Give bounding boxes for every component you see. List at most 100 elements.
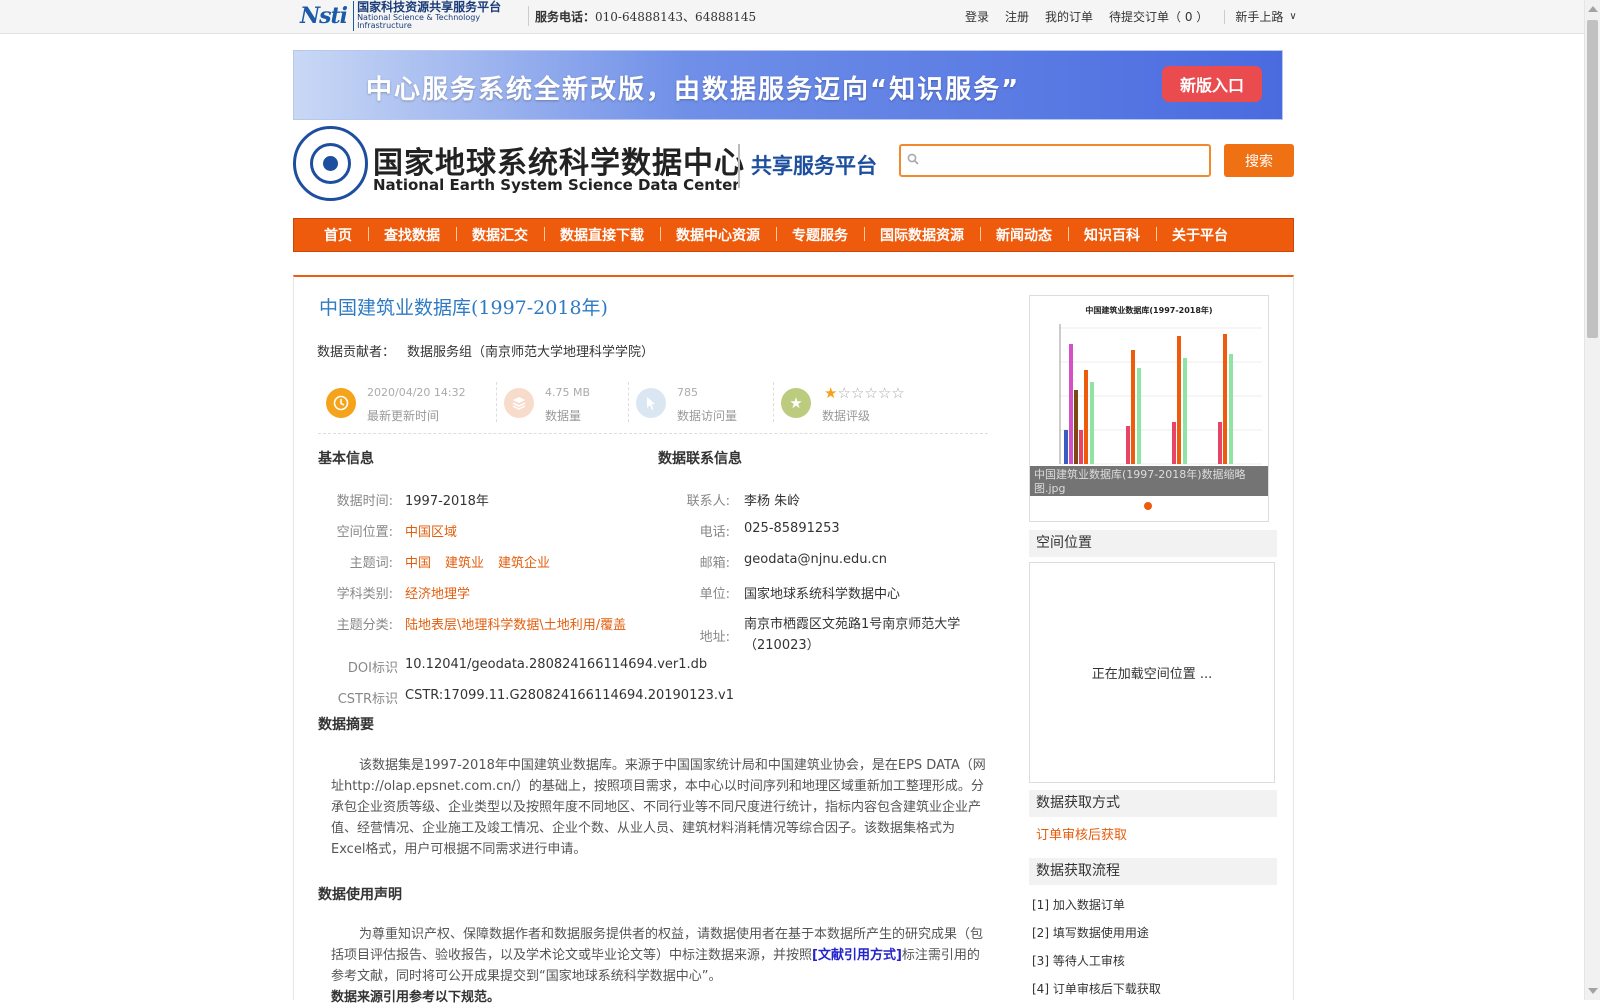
thumbnail-chart-title: 中国建筑业数据库(1997-2018年)	[1085, 305, 1212, 315]
layers-icon	[504, 388, 534, 418]
star-filled-icon: ★	[824, 384, 838, 402]
nsti-logo-en: National Science & Technology Infrastruc…	[357, 12, 481, 31]
contact-email: 邮箱: geodata@njnu.edu.cn	[699, 552, 887, 571]
service-phone: 服务电话：010-64888143、64888145	[535, 10, 757, 24]
cursor-icon	[636, 388, 666, 418]
thumbnail-chart: 中国建筑业数据库(1997-2018年)	[1059, 305, 1262, 465]
divider	[528, 6, 529, 26]
contact-org: 单位: 国家地球系统科学数据中心	[699, 587, 901, 602]
main-nav: 首页 查找数据 数据汇交 数据直接下载 数据中心资源 专题服务 国际数据资源 新…	[293, 218, 1294, 252]
spatial-map[interactable]: 正在加载空间位置 ...	[1029, 562, 1275, 783]
rating-stars: ★☆☆☆☆☆	[824, 384, 905, 402]
clock-icon	[326, 388, 356, 418]
contact-person: 联系人: 李杨 朱岭	[686, 494, 801, 509]
site-brand[interactable]: 国家地球系统科学数据中心 National Earth System Scien…	[293, 126, 893, 202]
keyword-link[interactable]: 中国	[405, 556, 431, 571]
keyword-link[interactable]: 建筑企业	[498, 556, 550, 571]
star-empty-icon: ☆	[891, 384, 905, 402]
nav-item-direct-download[interactable]: 数据直接下载	[544, 225, 660, 245]
info-keywords: 主题词: 中国 建筑业 建筑企业	[349, 556, 551, 571]
search-button[interactable]: 搜索	[1224, 144, 1294, 177]
info-cstr: CSTR标识 CSTR:17099.11.G280824166114694.20…	[337, 688, 734, 707]
search-field[interactable]	[899, 144, 1211, 177]
nav-item-center-resources[interactable]: 数据中心资源	[660, 225, 776, 245]
scroll-up-icon[interactable]	[1588, 6, 1598, 12]
nav-item-submit-data[interactable]: 数据汇交	[456, 225, 544, 245]
info-time: 数据时间: 1997-2018年	[336, 494, 489, 509]
promo-banner[interactable]: 中心服务系统全新改版，由数据服务迈向“知识服务” 新版入口	[293, 50, 1283, 120]
dataset-thumbnail[interactable]: 中国建筑业数据库(1997-2018年) 中国建筑业数据库(1997-2018年…	[1029, 295, 1269, 522]
basic-info-heading: 基本信息	[318, 451, 374, 467]
usage-note: 数据来源引用参考以下规范。	[331, 990, 501, 1005]
flow-step: [3] 等待人工审核	[1032, 954, 1125, 968]
pending-orders-link[interactable]: 待提交订单（ 0 ）	[1109, 8, 1208, 25]
contact-info-heading: 数据联系信息	[658, 451, 742, 467]
stat-updated: 2020/04/20 14:32 最新更新时间	[318, 376, 488, 426]
banner-text: 中心服务系统全新改版，由数据服务迈向“知识服务”	[366, 75, 1021, 105]
star-empty-icon: ☆	[850, 384, 865, 402]
nsti-logo-mark: Nsti	[300, 3, 348, 29]
info-discipline: 学科类别: 经济地理学	[318, 583, 470, 602]
nav-item-international[interactable]: 国际数据资源	[864, 225, 980, 245]
flow-step: [2] 填写数据使用用途	[1032, 926, 1149, 940]
star-empty-icon: ☆	[864, 384, 878, 402]
chevron-down-icon: ∨	[1289, 11, 1297, 22]
newbie-dropdown[interactable]: 新手上路 ∨	[1235, 8, 1296, 25]
discipline-link[interactable]: 经济地理学	[405, 583, 470, 602]
vertical-scrollbar[interactable]	[1584, 0, 1600, 1000]
center-seal-logo	[293, 126, 368, 201]
divider	[738, 144, 740, 188]
access-method-link[interactable]: 订单审核后获取	[1036, 824, 1127, 843]
scrollbar-thumb[interactable]	[1587, 20, 1598, 338]
info-space: 空间位置: 中国区域	[318, 521, 457, 540]
citation-format-link[interactable]: [文献引用方式]	[812, 948, 902, 963]
register-link[interactable]: 注册	[1005, 8, 1029, 25]
my-orders-link[interactable]: 我的订单	[1045, 8, 1093, 25]
search-input[interactable]	[925, 150, 1205, 172]
star-empty-icon: ☆	[837, 384, 851, 402]
top-links: 登录 注册 我的订单 待提交订单（ 0 ） 新手上路 ∨	[965, 8, 1297, 25]
contributor: 数据贡献者： 数据服务组（南京师范大学地理科学学院）	[317, 341, 654, 360]
access-heading: 数据获取方式	[1029, 790, 1277, 817]
dataset-stats: 2020/04/20 14:32 最新更新时间 4.75 MB 数据量 785 …	[318, 376, 988, 434]
contact-phone: 电话: 025-85891253	[699, 521, 840, 540]
info-doi: DOI标识 10.12041/geodata.280824166114694.v…	[347, 657, 708, 676]
star-badge-icon: ★	[781, 388, 811, 418]
stat-size: 4.75 MB 数据量	[496, 376, 626, 426]
nav-item-topics[interactable]: 专题服务	[776, 225, 864, 245]
contact-address: 地址: 南京市栖霞区文苑路1号南京师范大学 （210023）	[699, 617, 961, 653]
space-link[interactable]: 中国区域	[405, 521, 457, 540]
flow-heading: 数据获取流程	[1029, 858, 1277, 885]
space-heading: 空间位置	[1029, 530, 1277, 557]
top-bar: Nsti 国家科技资源共享服务平台 National Science & Tec…	[0, 0, 1584, 34]
brand-title-en: National Earth System Science Data Cente…	[373, 176, 740, 194]
login-link[interactable]: 登录	[965, 8, 989, 25]
new-version-button[interactable]: 新版入口	[1162, 66, 1262, 102]
nav-item-find-data[interactable]: 查找数据	[368, 225, 456, 245]
contributor-label: 数据贡献者：	[317, 345, 396, 360]
usage-heading: 数据使用声明	[318, 887, 402, 903]
contributor-value: 数据服务组（南京师范大学地理科学学院）	[407, 345, 655, 360]
map-loading-text: 正在加载空间位置 ...	[1091, 667, 1213, 682]
scroll-down-icon[interactable]	[1588, 988, 1598, 994]
usage-text: 为尊重知识产权、保障数据作者和数据服务提供者的权益，请数据使用者在基于本数据所产…	[331, 927, 984, 984]
nav-item-about[interactable]: 关于平台	[1156, 225, 1244, 245]
abstract-heading: 数据摘要	[318, 717, 374, 733]
info-category: 主题分类: 陆地表层\地理科学数据\土地利用/覆盖	[318, 614, 627, 633]
keyword-link[interactable]: 建筑业	[445, 556, 484, 571]
brand-platform: 共享服务平台	[751, 154, 877, 178]
category-link[interactable]: 陆地表层\地理科学数据\土地利用/覆盖	[405, 614, 626, 633]
nsti-logo[interactable]: Nsti 国家科技资源共享服务平台 National Science & Tec…	[300, 1, 522, 31]
abstract-text: 该数据集是1997-2018年中国建筑业数据库。来源于中国国家统计局和中国建筑业…	[331, 758, 986, 857]
divider	[1224, 9, 1226, 24]
flow-step: [1] 加入数据订单	[1032, 898, 1125, 912]
flow-step: [4] 订单审核后下载获取	[1032, 982, 1161, 996]
nav-item-news[interactable]: 新闻动态	[980, 225, 1068, 245]
search-icon	[907, 153, 919, 169]
nav-item-wiki[interactable]: 知识百科	[1068, 225, 1156, 245]
page-title: 中国建筑业数据库(1997-2018年)	[319, 297, 608, 319]
nav-item-home[interactable]: 首页	[308, 225, 368, 245]
stat-visits: 785 数据访问量	[628, 376, 768, 426]
thumbnail-caption: 中国建筑业数据库(1997-2018年)数据缩略图.jpg	[1030, 466, 1268, 496]
carousel-dot[interactable]	[1144, 502, 1152, 510]
